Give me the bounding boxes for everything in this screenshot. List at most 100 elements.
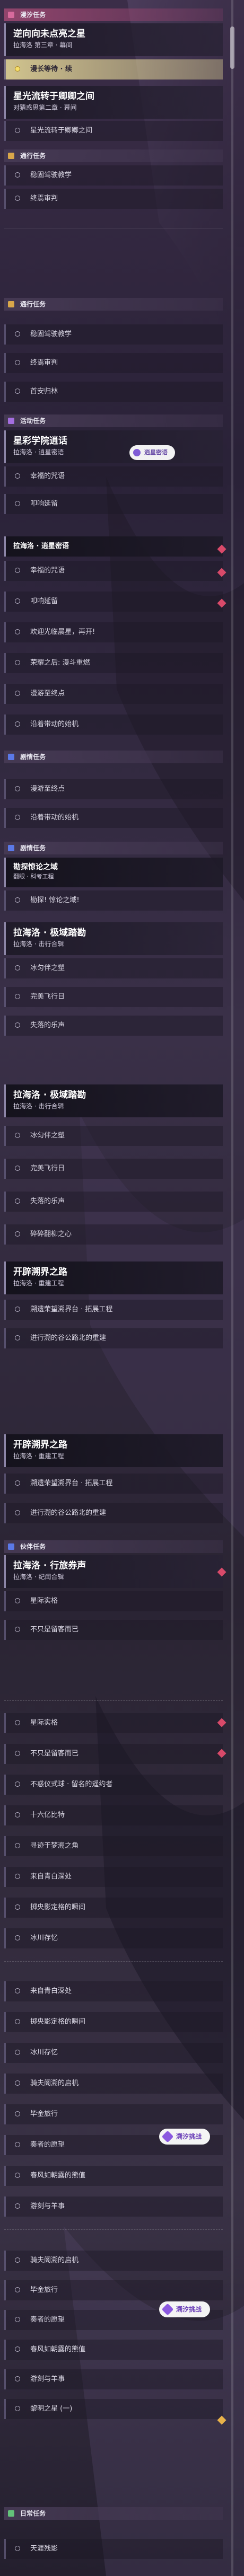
category-header-trial: 漫汐任务 [4,8,223,21]
quest-step[interactable]: 冰匀伴之塑 [4,958,223,978]
quest-card[interactable]: 星彩学院逍话 拉海洛 · 逍星密语 [4,430,223,463]
challenge-badge[interactable]: 溯汐挑战 [159,2301,210,2317]
quest-step[interactable]: 沿着带动的始机 [4,714,223,735]
quest-step[interactable]: 掷央影定格的瞬间 [4,1898,223,1918]
step-label: 来自青白深处 [30,1873,72,1881]
quest-step[interactable]: 天涯残影 [4,2539,223,2559]
step-icon [15,501,20,506]
step-label: 幸福的咒语 [30,472,65,480]
quest-step[interactable]: 毕金旅行 [4,2104,223,2124]
quest-step[interactable]: 漫游至终点 [4,779,223,799]
quest-step[interactable]: 星际实格 [4,1713,223,1733]
quest-step[interactable]: 星光流转于卿卿之间 [4,121,223,141]
step-label: 掷央影定格的瞬间 [30,2018,86,2026]
step-label: 星际实格 [30,1597,58,1605]
step-label: 骑夫阁溯的启机 [30,2079,79,2087]
step-label: 星光流转于卿卿之间 [30,127,93,135]
quest-step[interactable]: 沿着带动的始机 [4,808,223,828]
quest-step[interactable]: 叩响延留 [4,494,223,514]
quest-step[interactable]: 冰川存忆 [4,1928,223,1948]
step-label: 完美飞行日 [30,993,65,1001]
quest-step[interactable]: 冰匀伴之塑 [4,1126,223,1146]
companion-icon [8,1543,14,1550]
section-divider [4,2229,223,2237]
quest-card[interactable]: 拉海洛 · 极域踏勘 拉海洛 · 击行合辑 [4,1084,223,1117]
quest-step[interactable]: 游刻与羊事 [4,2196,223,2217]
quest-card[interactable]: 拉海洛 · 极域踏勘 拉海洛 · 击行合辑 [4,922,223,955]
challenge-badge[interactable]: 溯汐挑战 [159,2129,210,2145]
quest-step[interactable]: 春风如朝露的熊值 [4,2340,223,2360]
quest-step[interactable]: 来自青白深处 [4,1867,223,1887]
quest-step[interactable]: 终焉审判 [4,189,223,209]
quest-step[interactable]: 春风如朝露的熊值 [4,2166,223,2186]
quest-step[interactable]: 来自青白深处 [4,1981,223,2001]
quest-step[interactable]: 荣耀之后: 漫斗重燃 [4,653,223,673]
scrollbar-track[interactable] [231,0,233,2576]
quest-step[interactable]: 稳固驾驶教学 [4,324,223,345]
quest-step[interactable]: 不只是留客而已 [4,1620,223,1640]
quest-step[interactable]: 进行溯的谷公路北的重建 [4,1328,223,1348]
quest-step[interactable]: 叩响延留 [4,592,223,612]
chapter-icon [8,754,14,760]
quest-step[interactable]: 勘探! 惊论之域! [4,890,223,911]
quest-step[interactable]: 漫游至终点 [4,684,223,704]
quest-card[interactable]: 拉海洛 · 行旅券声 拉海洛 · 纪闻合辑 [4,1555,223,1588]
quest-step[interactable]: 碎碎翻柳之心 [4,1224,223,1245]
quest-step[interactable]: 寻迹于梦溯之角 [4,1836,223,1856]
quest-step[interactable]: 溯遗荣望溯界台 · 拓展工程 [4,1474,223,1494]
quest-step[interactable]: 星际实格 [4,1591,223,1611]
step-label: 不只是留客而已 [30,1750,79,1758]
quest-step[interactable]: 首安归林 [4,382,223,402]
quest-step[interactable]: 失落的乐声 [4,1192,223,1212]
common-icon [8,153,14,159]
step-icon [15,2080,20,2086]
step-label: 失落的乐声 [30,1197,65,1205]
quest-card[interactable]: 星光流转于卿卿之间 对猜惑思第二章 · 幕间 [4,86,223,119]
quest-step[interactable]: 黎明之星 (一) [4,2399,223,2419]
category-label: 剧情任务 [20,844,46,852]
quest-step[interactable]: 终焉审判 [4,353,223,373]
quest-step[interactable]: 不只是留客而已 [4,1744,223,1764]
quest-card[interactable]: 开辟溯界之路 拉海洛 · 重建工程 [4,1261,223,1294]
quest-step[interactable]: 冰川存忆 [4,2043,223,2063]
step-icon [15,1307,20,1312]
quest-step[interactable]: 稳固驾驶教学 [4,165,223,186]
quest-step[interactable]: 骑夫阁溯的启机 [4,2251,223,2271]
step-icon [15,1874,20,1879]
scrollbar-thumb[interactable] [230,27,234,69]
step-icon [15,2546,20,2551]
step-label: 不惑仪式球 · 留名的遥约者 [30,1780,113,1788]
activity-icon [8,418,14,424]
category-label: 活动任务 [20,417,46,425]
step-icon [15,196,20,201]
quest-step[interactable]: 幸福的咒语 [4,466,223,487]
quest-step[interactable]: 溯遗荣望溯界台 · 拓展工程 [4,1300,223,1320]
quest-step[interactable]: 欢迎光临晨星，再开! [4,622,223,642]
quest-card[interactable]: 勘探惊论之域 翻眼 · 科考工程 [4,858,223,887]
quest-card-main[interactable]: 逆向向未点亮之星 拉海洛 第三章 · 幕间 [4,23,223,56]
quest-card[interactable]: 开辟溯界之路 拉海洛 · 重建工程 [4,1434,223,1467]
quest-step[interactable]: 失落的乐声 [4,1016,223,1036]
quest-step[interactable]: 完美飞行日 [4,1159,223,1179]
common-icon [8,301,14,307]
quest-step[interactable]: 掷央影定格的瞬间 [4,2012,223,2032]
quest-step[interactable]: 毕金旅行 [4,2280,223,2300]
step-icon [15,965,20,971]
section-divider [4,1961,223,1969]
step-icon [15,1335,20,1340]
quest-card[interactable]: 拉海洛 · 逍星密语 [4,536,223,557]
quest-step[interactable]: 进行溯的谷公路北的重建 [4,1503,223,1523]
quest-step[interactable]: 骑夫阁溯的启机 [4,2074,223,2094]
quest-step-active[interactable]: 漫长等待 · 续 [4,59,223,80]
step-icon [15,815,20,820]
step-label: 沿着带动的始机 [30,814,79,822]
event-badge[interactable]: 逍星密语 [129,445,175,460]
quest-step[interactable]: 幸福的咒语 [4,561,223,581]
quest-step[interactable]: 不惑仪式球 · 留名的遥约者 [4,1775,223,1795]
step-label: 毕金旅行 [30,2110,58,2118]
quest-title: 拉海洛 · 极域踏勘 [13,928,86,938]
quest-step[interactable]: 完美飞行日 [4,987,223,1007]
section-divider [4,228,223,236]
quest-step[interactable]: 游刻与羊事 [4,2369,223,2389]
quest-step[interactable]: 十六亿比特 [4,1805,223,1825]
